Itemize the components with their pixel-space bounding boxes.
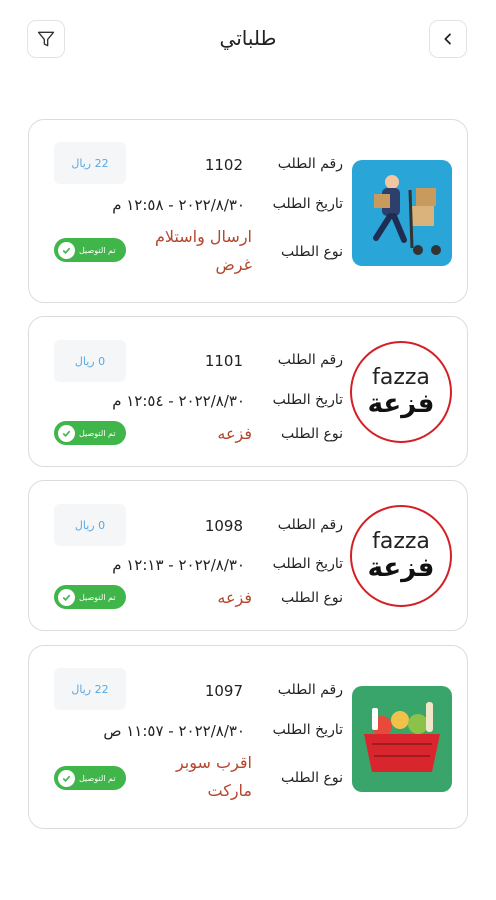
order-number-value: 1102: [204, 156, 243, 174]
order-card[interactable]: رقم الطلب 1097 تاريخ الطلب ٢٠٢٢/٨/٣٠ - ١…: [28, 645, 468, 829]
price-badge: 22 ريال: [54, 668, 126, 710]
fazza-logo-latin: fazza: [372, 365, 430, 390]
fazza-logo-arabic: فزعة: [367, 553, 435, 583]
delivery-man-image: [352, 160, 452, 266]
order-date-value: ٢٠٢٢/٨/٣٠ - ١١:٥٧ ص: [103, 722, 245, 740]
order-number-value: 1098: [204, 517, 243, 535]
status-text: تم التوصيل: [79, 245, 116, 255]
order-date-label: تاريخ الطلب: [272, 722, 343, 738]
order-date-label: تاريخ الطلب: [272, 196, 343, 212]
page-title: طلباتي: [219, 26, 277, 50]
status-badge: تم التوصيل: [54, 766, 126, 790]
order-card[interactable]: fazza فزعة رقم الطلب 1098 تاريخ الطلب ٢٠…: [28, 480, 468, 631]
status-text: تم التوصيل: [79, 428, 116, 438]
price-badge: 0 ريال: [54, 504, 126, 546]
order-type-label: نوع الطلب: [281, 590, 343, 606]
order-type-value: فزعه: [217, 588, 252, 607]
fazza-logo: fazza فزعة: [350, 505, 452, 607]
check-icon: [58, 424, 75, 442]
order-card[interactable]: fazza فزعة رقم الطلب 1101 تاريخ الطلب ٢٠…: [28, 316, 468, 467]
back-button[interactable]: [429, 20, 467, 58]
chevron-left-icon: [444, 33, 451, 45]
grocery-basket-image: [352, 686, 452, 792]
order-type-label: نوع الطلب: [281, 770, 343, 786]
order-number-value: 1101: [204, 352, 243, 370]
app-header: طلباتي: [0, 0, 496, 80]
fazza-logo-latin: fazza: [372, 529, 430, 554]
fazza-logo-arabic: فزعة: [367, 389, 435, 419]
order-type-value: فزعه: [217, 424, 252, 443]
order-type-label: نوع الطلب: [281, 426, 343, 442]
order-date-value: ٢٠٢٢/٨/٣٠ - ١٢:٥٨ م: [112, 196, 245, 214]
order-number-label: رقم الطلب: [277, 352, 343, 368]
check-icon: [58, 588, 75, 606]
order-date-value: ٢٠٢٢/٨/٣٠ - ١٢:٥٤ م: [112, 392, 245, 410]
price-badge: 0 ريال: [54, 340, 126, 382]
order-date-label: تاريخ الطلب: [272, 556, 343, 572]
order-number-label: رقم الطلب: [277, 156, 343, 172]
status-badge: تم التوصيل: [54, 238, 126, 262]
order-date-value: ٢٠٢٢/٨/٣٠ - ١٢:١٣ م: [112, 556, 245, 574]
status-badge: تم التوصيل: [54, 585, 126, 609]
fazza-logo: fazza فزعة: [350, 341, 452, 443]
order-number-label: رقم الطلب: [277, 682, 343, 698]
order-number-value: 1097: [204, 682, 243, 700]
price-badge: 22 ريال: [54, 142, 126, 184]
order-number-label: رقم الطلب: [277, 517, 343, 533]
status-text: تم التوصيل: [79, 592, 116, 602]
order-card[interactable]: رقم الطلب 1102 تاريخ الطلب ٢٠٢٢/٨/٣٠ - ١…: [28, 119, 468, 303]
order-type-value: ارسال واستلام غرض: [154, 227, 252, 274]
status-badge: تم التوصيل: [54, 421, 126, 445]
status-text: تم التوصيل: [79, 773, 116, 783]
check-icon: [58, 769, 75, 787]
check-icon: [58, 241, 75, 259]
order-date-label: تاريخ الطلب: [272, 392, 343, 408]
order-type-value: اقرب سوبر ماركت: [175, 753, 252, 800]
order-type-label: نوع الطلب: [281, 244, 343, 260]
